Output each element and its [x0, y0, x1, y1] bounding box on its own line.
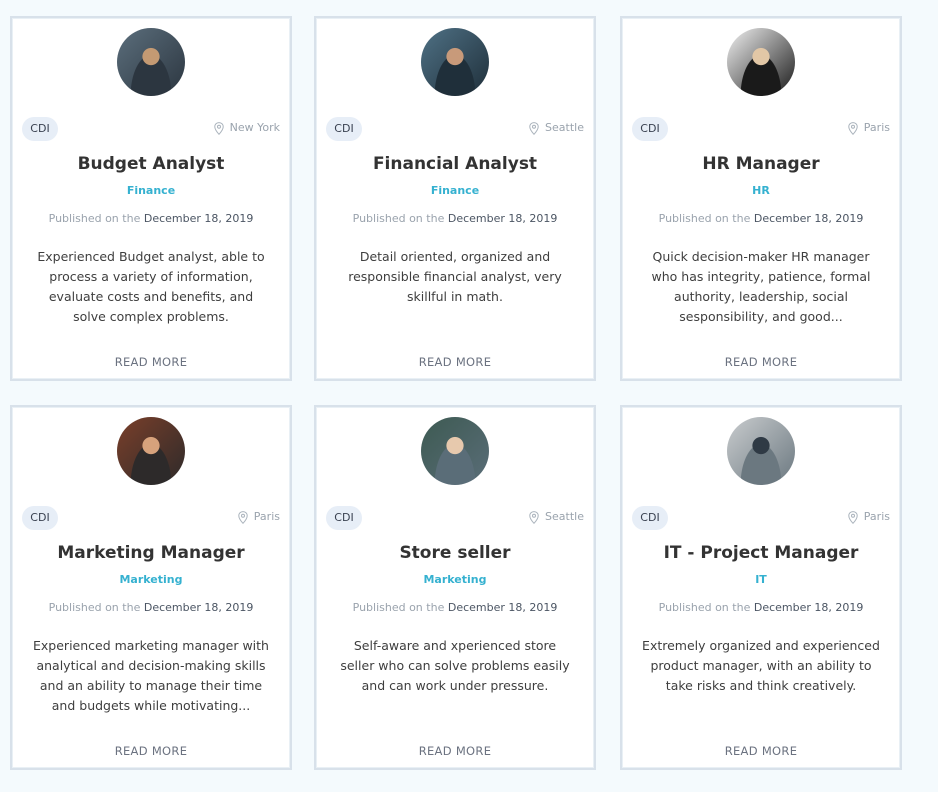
published-prefix: Published on the: [48, 212, 141, 225]
published-date: December 18, 2019: [143, 601, 254, 614]
published-date: December 18, 2019: [143, 212, 254, 225]
avatar: [117, 28, 185, 96]
contract-badge: CDI: [22, 506, 58, 530]
job-card[interactable]: CDI Paris Marketing Manager Marketing Pu…: [10, 405, 292, 770]
avatar: [727, 417, 795, 485]
published-info: Published on the December 18, 2019: [622, 601, 900, 614]
map-pin-icon: [529, 121, 539, 135]
location: Seattle: [529, 120, 584, 136]
published-prefix: Published on the: [352, 601, 445, 614]
read-more-link[interactable]: READ MORE: [12, 744, 290, 758]
location-label: Seattle: [545, 510, 584, 523]
job-title: HR Manager: [702, 154, 820, 174]
map-pin-icon: [213, 121, 224, 135]
job-description: Experienced Budget analyst, able to proc…: [37, 249, 265, 324]
contract-badge: CDI: [632, 117, 668, 141]
department-label: HR: [752, 184, 770, 197]
job-card[interactable]: CDI Seattle Financial Analyst Finance Pu…: [314, 16, 596, 381]
contract-badge: CDI: [326, 506, 362, 530]
map-pin-icon: [848, 510, 858, 524]
job-cards-grid: CDI New York Budget Analyst Finance Publ…: [0, 0, 938, 792]
job-title: Budget Analyst: [77, 154, 225, 174]
read-more-link[interactable]: READ MORE: [12, 355, 290, 369]
published-date: December 18, 2019: [753, 212, 864, 225]
published-info: Published on the December 18, 2019: [622, 212, 900, 225]
published-date: December 18, 2019: [753, 601, 864, 614]
published-date: December 18, 2019: [447, 212, 558, 225]
published-info: Published on the December 18, 2019: [12, 212, 290, 225]
department-label: Finance: [430, 184, 480, 197]
job-title: Financial Analyst: [372, 154, 538, 174]
job-description: Detail oriented, organized and responsib…: [348, 249, 562, 304]
contract-badge: CDI: [22, 117, 58, 141]
job-card[interactable]: CDI Seattle Store seller Marketing Publi…: [314, 405, 596, 770]
location: Paris: [238, 509, 280, 525]
read-more-link[interactable]: READ MORE: [316, 355, 594, 369]
avatar: [117, 417, 185, 485]
job-title: IT - Project Manager: [663, 543, 859, 563]
department-label: Marketing: [119, 573, 183, 586]
location-label: Paris: [863, 121, 890, 134]
map-pin-icon: [529, 510, 539, 524]
location: Seattle: [529, 509, 584, 525]
published-info: Published on the December 18, 2019: [316, 212, 594, 225]
published-date: December 18, 2019: [447, 601, 558, 614]
read-more-link[interactable]: READ MORE: [622, 744, 900, 758]
job-card[interactable]: CDI New York Budget Analyst Finance Publ…: [10, 16, 292, 381]
map-pin-icon: [238, 510, 248, 524]
contract-badge: CDI: [326, 117, 362, 141]
contract-badge: CDI: [632, 506, 668, 530]
read-more-link[interactable]: READ MORE: [622, 355, 900, 369]
department-label: Marketing: [423, 573, 487, 586]
job-title: Store seller: [399, 543, 511, 563]
location-label: Seattle: [545, 121, 584, 134]
location-label: Paris: [863, 510, 890, 523]
location: Paris: [848, 509, 890, 525]
location-label: Paris: [253, 510, 280, 523]
location-label: New York: [229, 121, 280, 134]
read-more-link[interactable]: READ MORE: [316, 744, 594, 758]
location: Paris: [848, 120, 890, 136]
department-label: IT: [755, 573, 767, 586]
published-prefix: Published on the: [352, 212, 445, 225]
avatar: [421, 28, 489, 96]
job-description: Extremely organized and experienced prod…: [642, 638, 880, 693]
location: New York: [213, 120, 280, 136]
published-prefix: Published on the: [658, 212, 751, 225]
job-card[interactable]: CDI Paris IT - Project Manager IT Publis…: [620, 405, 902, 770]
job-description: Quick decision-maker HR manager who has …: [651, 249, 871, 324]
job-description: Self-aware and xperienced store seller w…: [340, 638, 570, 693]
job-title: Marketing Manager: [57, 543, 245, 563]
job-description: Experienced marketing manager with analy…: [33, 638, 269, 713]
job-card[interactable]: CDI Paris HR Manager HR Published on the…: [620, 16, 902, 381]
published-prefix: Published on the: [48, 601, 141, 614]
department-label: Finance: [126, 184, 176, 197]
published-info: Published on the December 18, 2019: [12, 601, 290, 614]
avatar: [727, 28, 795, 96]
published-prefix: Published on the: [658, 601, 751, 614]
avatar: [421, 417, 489, 485]
map-pin-icon: [848, 121, 858, 135]
published-info: Published on the December 18, 2019: [316, 601, 594, 614]
